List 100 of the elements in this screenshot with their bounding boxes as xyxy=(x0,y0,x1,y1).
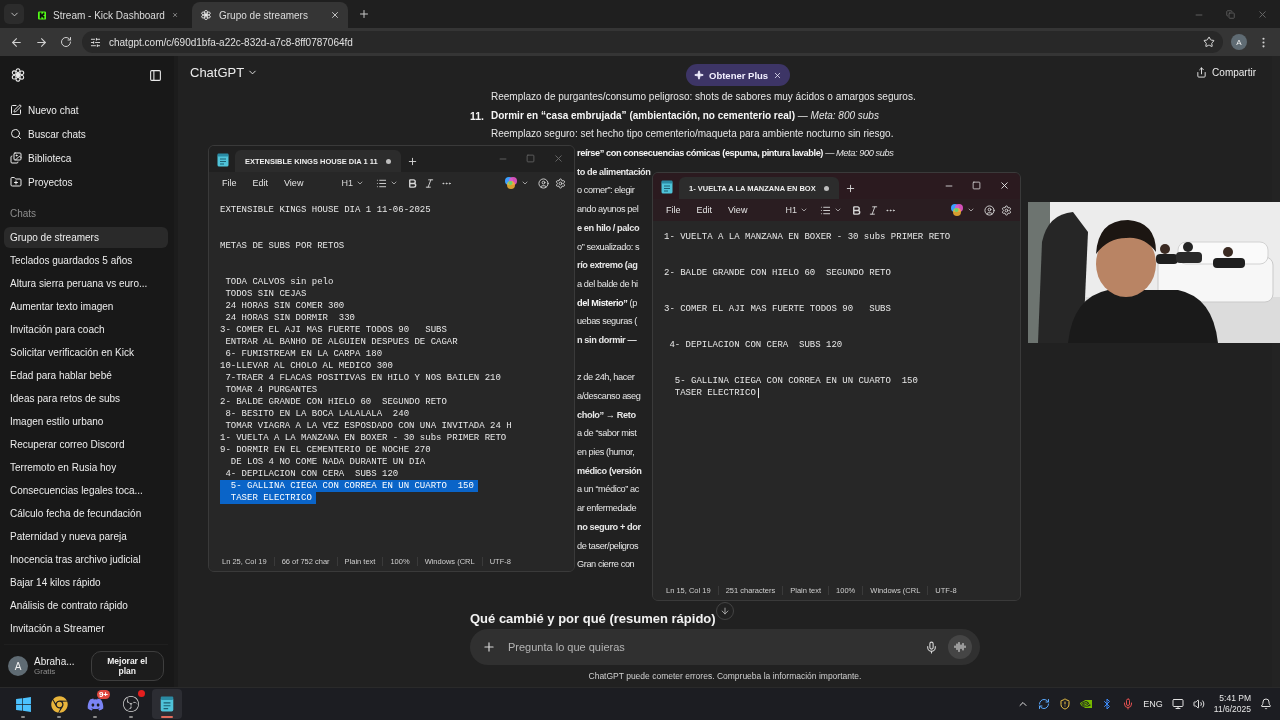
settings-button[interactable] xyxy=(555,177,566,189)
heading-dropdown[interactable]: H1 xyxy=(338,178,367,188)
text-line: 4- DEPILACION CON CERA SUBS 120 xyxy=(224,468,400,480)
message-text: a del balde de hi xyxy=(577,277,638,291)
sidebar-nav-item[interactable]: Proyectos xyxy=(4,170,168,194)
sidebar-toggle-icon[interactable] xyxy=(149,68,162,82)
new-tab-button[interactable] xyxy=(406,156,418,167)
url-text: chatgpt.com/c/690d1bfa-a22c-832d-a7c8-8ff0787064fd xyxy=(109,36,354,48)
chat-history-item[interactable]: Altura sierra peruana vs euro... xyxy=(4,273,168,294)
text-line: 4- DEPILACION CON CERA SUBS 120 xyxy=(668,339,844,351)
profile-avatar[interactable]: A xyxy=(1231,34,1247,50)
chat-history-item[interactable]: Edad para hablar bebé xyxy=(4,365,168,386)
italic-button[interactable] xyxy=(423,177,435,189)
bold-button[interactable] xyxy=(406,177,418,189)
language-indicator[interactable]: ENG xyxy=(1143,699,1163,709)
tab-list-button[interactable] xyxy=(4,4,24,24)
bold-button[interactable] xyxy=(850,204,862,216)
account-button[interactable] xyxy=(538,177,549,189)
reload-button[interactable] xyxy=(58,36,74,48)
browser-icon xyxy=(50,695,68,713)
prompt-field[interactable]: Pregunta lo que quieras xyxy=(470,629,980,665)
chat-history-item[interactable]: Recuperar correo Discord xyxy=(4,434,168,455)
prompt-input[interactable]: Pregunta lo que quieras xyxy=(506,640,915,654)
sidebar-nav-item[interactable]: Buscar chats xyxy=(4,122,168,146)
heading-dropdown[interactable]: H1 xyxy=(782,205,811,215)
gpu-icon[interactable] xyxy=(1080,698,1093,710)
chat-history-item[interactable]: Consecuencias legales toca... xyxy=(4,480,168,501)
chat-history-item[interactable]: Teclados guardados 5 años xyxy=(4,250,168,271)
menu-item[interactable]: View xyxy=(723,205,753,215)
notifications-icon[interactable] xyxy=(1260,698,1272,710)
volume-icon[interactable] xyxy=(1192,698,1205,710)
plus-icon xyxy=(358,8,370,20)
text-line: 2- BALDE GRANDE CON HIELO 60 SEGUNDO RETO xyxy=(220,396,448,408)
upgrade-button[interactable]: Mejorar el plan xyxy=(90,651,164,681)
message-text: uebas seguras ( xyxy=(577,315,637,329)
close-icon[interactable] xyxy=(999,180,1010,191)
text-line: 24 HORAS SIN COMER 300 xyxy=(224,300,346,312)
message-text: o” sexualizado: s xyxy=(577,240,640,254)
new-tab-button[interactable] xyxy=(844,183,856,194)
tab-logo-icon xyxy=(38,8,47,22)
message-text: en pies (humor, xyxy=(577,446,635,460)
account-button[interactable] xyxy=(984,204,995,216)
chat-history-item[interactable]: Inocencia tras archivo judicial xyxy=(4,549,168,570)
settings-button[interactable] xyxy=(1001,204,1012,216)
chat-history-item[interactable]: Cálculo fecha de fecundación xyxy=(4,503,168,524)
list-number: 11. xyxy=(470,110,486,123)
browser-tab[interactable]: Grupo de streamers xyxy=(192,2,348,28)
taskbar-app-button[interactable] xyxy=(152,689,182,719)
italic-button[interactable] xyxy=(867,204,879,216)
microphone-button[interactable] xyxy=(925,640,938,654)
share-button[interactable]: Compartir xyxy=(1192,66,1260,78)
shield-alert-icon[interactable] xyxy=(1059,698,1072,710)
folder-plus-icon xyxy=(10,176,22,188)
chat-history-item[interactable]: Imagen estilo urbano xyxy=(4,411,168,432)
model-selector[interactable]: ChatGPT xyxy=(190,64,259,80)
notepad-icon xyxy=(661,180,673,194)
upgrade-pill[interactable]: Obtener Plus xyxy=(686,64,791,86)
add-button[interactable] xyxy=(482,640,496,654)
chat-history-item[interactable]: Terremoto en Rusia hoy xyxy=(4,457,168,478)
message-text: to de alimentación xyxy=(577,165,651,179)
sync-icon[interactable] xyxy=(1038,698,1051,710)
chat-history-item[interactable]: Análisis de contrato rápido xyxy=(4,595,168,616)
menu-item[interactable]: File xyxy=(661,205,686,215)
text-line: METAS DE SUBS POR RETOS xyxy=(220,240,346,252)
chat-history-item[interactable]: Aumentar texto imagen xyxy=(4,296,168,317)
menu-item[interactable]: Edit xyxy=(691,205,718,215)
disclaimer-text: ChatGPT puede cometer errores. Comprueba la información importante. xyxy=(587,670,863,683)
pencil-square-icon xyxy=(10,104,22,116)
chat-history-item[interactable]: Paternidad y nueva pareja xyxy=(4,526,168,547)
sidebar-nav-item[interactable]: Biblioteca xyxy=(4,146,168,170)
chat-history-item[interactable]: Solicitar verificación en Kick xyxy=(4,342,168,363)
address-field[interactable]: chatgpt.com/c/690d1bfa-a22c-832d-a7c8-8ff0787064fd xyxy=(82,31,1223,53)
close-icon[interactable] xyxy=(330,10,340,20)
plan-label: Gratis xyxy=(34,667,57,676)
text-line: 1- VUELTA A LA MANZANA EN BOXER - 30 subs PRIMER RETO xyxy=(664,231,952,243)
menu-item[interactable]: View xyxy=(279,178,309,188)
taskbar-app-button[interactable]: 9+ xyxy=(80,689,110,719)
search-icon xyxy=(10,128,22,140)
chat-history-item[interactable]: Grupo de streamers xyxy=(4,227,168,248)
browser-tab[interactable]: Stream - Kick Dashboard xyxy=(30,2,186,28)
menu-item[interactable]: File xyxy=(217,178,242,188)
chat-history-item[interactable]: Ideas para retos de subs xyxy=(4,388,168,409)
voice-mode-button[interactable] xyxy=(948,635,972,659)
message-text: a un “médico” ac xyxy=(577,483,640,497)
microphone-icon[interactable] xyxy=(1122,698,1135,710)
monitor-icon[interactable] xyxy=(1171,698,1184,710)
sidebar-nav-item[interactable]: Nuevo chat xyxy=(4,98,168,122)
chat-history-item[interactable]: Bajar 14 kilos rápido xyxy=(4,572,168,593)
chat-history-item[interactable]: Invitación a Streamer xyxy=(4,618,168,639)
menu-item[interactable]: Edit xyxy=(247,178,274,188)
site-settings-icon[interactable] xyxy=(90,36,101,48)
chat-history-item[interactable]: Invitación para coach xyxy=(4,319,168,340)
bold-icon xyxy=(406,177,418,189)
message-text: del Misterio” (p xyxy=(577,296,637,310)
clock[interactable]: 5:41 PM 11/6/2025 xyxy=(1213,693,1251,715)
app-logo-icon[interactable] xyxy=(10,67,26,83)
bookmark-star-icon[interactable] xyxy=(1203,36,1215,48)
close-icon[interactable] xyxy=(773,70,783,80)
scroll-down-button[interactable] xyxy=(716,602,734,620)
user-avatar[interactable]: A xyxy=(8,656,28,676)
